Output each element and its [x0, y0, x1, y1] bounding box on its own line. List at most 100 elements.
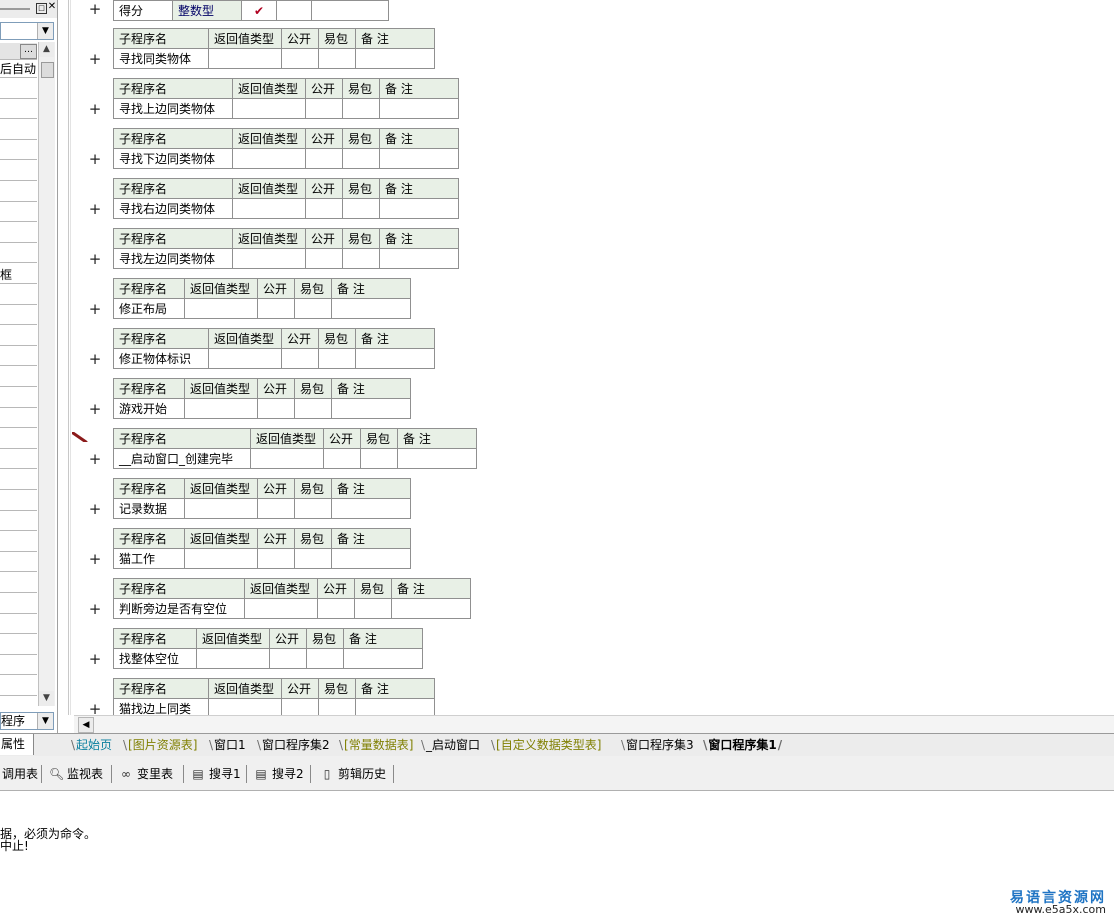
subroutine-field-cell[interactable] [317, 598, 355, 619]
subroutine-name-cell[interactable]: 寻找左边同类物体 [113, 248, 233, 269]
document-tab[interactable]: \窗口程序集3 [620, 736, 694, 755]
property-row[interactable]: 框 [0, 267, 37, 284]
expand-plus-icon[interactable]: + [88, 102, 102, 117]
subroutine-field-cell[interactable] [397, 448, 477, 469]
subroutine-field-cell[interactable] [208, 698, 282, 715]
subroutine-name-cell[interactable]: __启动窗口_创建完毕 [113, 448, 251, 469]
var-type-cell[interactable]: 整数型 [172, 0, 242, 21]
property-row[interactable] [0, 514, 37, 532]
property-row[interactable] [0, 370, 37, 387]
property-row[interactable] [0, 638, 37, 655]
subroutine-field-cell[interactable] [343, 648, 423, 669]
property-row[interactable] [0, 226, 37, 243]
property-row[interactable] [0, 308, 37, 326]
property-row[interactable] [0, 102, 37, 120]
scroll-left-icon[interactable]: ◀ [78, 717, 94, 733]
property-row[interactable] [0, 411, 37, 429]
property-row[interactable] [0, 597, 37, 614]
property-row[interactable] [0, 473, 37, 490]
subroutine-field-cell[interactable] [257, 298, 295, 319]
document-tab[interactable]: \_启动窗口 [420, 736, 480, 755]
expand-plus-icon[interactable]: + [88, 652, 102, 667]
subroutine-field-cell[interactable] [331, 498, 411, 519]
subroutine-field-cell[interactable] [379, 248, 459, 269]
vertical-scrollbar[interactable]: ▲ ▼ [38, 42, 55, 706]
subroutine-name-cell[interactable]: 寻找上边同类物体 [113, 98, 233, 119]
search2-button[interactable]: ▤ 搜寻2 [254, 766, 303, 782]
property-row[interactable] [0, 246, 37, 264]
document-tab[interactable]: \[常量数据表] [338, 736, 413, 755]
expand-plus-icon[interactable]: + [88, 452, 102, 467]
subroutine-field-cell[interactable] [305, 98, 343, 119]
clip-history-button[interactable]: ▯ 剪辑历史 [320, 766, 386, 782]
chevron-down-icon[interactable]: ▼ [37, 713, 53, 729]
subroutine-name-cell[interactable]: 修正物体标识 [113, 348, 209, 369]
expand-plus-icon[interactable]: + [88, 702, 102, 716]
subroutine-field-cell[interactable] [257, 548, 295, 569]
subroutine-field-cell[interactable] [257, 498, 295, 519]
property-row[interactable] [0, 185, 37, 202]
subroutine-name-cell[interactable]: 修正布局 [113, 298, 185, 319]
property-row[interactable] [0, 143, 37, 161]
subroutine-field-cell[interactable] [232, 148, 306, 169]
subroutine-field-cell[interactable] [331, 298, 411, 319]
property-row[interactable] [0, 452, 37, 470]
expand-plus-icon[interactable]: + [88, 252, 102, 267]
var-note-cell[interactable] [311, 0, 389, 21]
document-tab[interactable]: \[图片资源表] [122, 736, 197, 755]
subroutine-field-cell[interactable] [342, 148, 380, 169]
subroutine-field-cell[interactable] [250, 448, 324, 469]
call-table-button[interactable]: 调用表 [2, 766, 38, 782]
expand-plus-icon[interactable]: + [88, 502, 102, 517]
restore-icon[interactable]: □ [36, 3, 47, 14]
var-name-cell[interactable]: 得分 [113, 0, 173, 21]
subroutine-field-cell[interactable] [391, 598, 471, 619]
subroutine-field-cell[interactable] [232, 98, 306, 119]
subroutine-name-cell[interactable]: 游戏开始 [113, 398, 185, 419]
subroutine-field-cell[interactable] [323, 448, 361, 469]
subroutine-name-cell[interactable]: 寻找同类物体 [113, 48, 209, 69]
property-row[interactable] [0, 432, 37, 449]
var-array-cell[interactable] [276, 0, 312, 21]
expand-plus-icon[interactable]: + [88, 2, 102, 17]
expand-plus-icon[interactable]: + [88, 52, 102, 67]
property-row[interactable] [0, 349, 37, 367]
subroutine-field-cell[interactable] [294, 398, 332, 419]
subroutine-name-cell[interactable]: 寻找下边同类物体 [113, 148, 233, 169]
subroutine-field-cell[interactable] [281, 48, 319, 69]
code-editor[interactable]: + 得分 整数型 ✔ + 子程序名 返回值类型 公开 易包备 注寻找同类物体 + 子程序名返… [58, 0, 1114, 715]
document-tab[interactable]: \窗口程序集2 [256, 736, 330, 755]
subroutine-field-cell[interactable] [244, 598, 318, 619]
horizontal-scrollbar[interactable]: ◀ [74, 715, 1114, 733]
expand-plus-icon[interactable]: + [88, 202, 102, 217]
subroutine-field-cell[interactable] [331, 398, 411, 419]
property-row[interactable] [0, 205, 37, 223]
event-combo[interactable]: 程序 ▼ [0, 712, 54, 730]
subroutine-field-cell[interactable] [184, 498, 258, 519]
subroutine-field-cell[interactable] [342, 248, 380, 269]
subroutine-field-cell[interactable] [318, 348, 356, 369]
check-icon[interactable]: ✔ [241, 0, 277, 21]
subroutine-field-cell[interactable] [318, 48, 356, 69]
property-row[interactable] [0, 535, 37, 552]
document-tab[interactable]: \起始页 [70, 736, 112, 755]
property-value-row[interactable]: … [0, 43, 37, 60]
property-row[interactable] [0, 82, 37, 99]
subroutine-field-cell[interactable] [305, 248, 343, 269]
ellipsis-button[interactable]: … [20, 44, 37, 59]
subroutine-field-cell[interactable] [331, 548, 411, 569]
subroutine-field-cell[interactable] [196, 648, 270, 669]
subroutine-field-cell[interactable] [294, 548, 332, 569]
subroutine-field-cell[interactable] [318, 698, 356, 715]
expand-plus-icon[interactable]: + [88, 402, 102, 417]
scroll-up-icon[interactable]: ▲ [39, 42, 54, 57]
subroutine-name-cell[interactable]: 猫工作 [113, 548, 185, 569]
subroutine-field-cell[interactable] [355, 698, 435, 715]
expand-plus-icon[interactable]: + [88, 302, 102, 317]
property-row[interactable] [0, 123, 37, 140]
property-row[interactable]: 后自动 [0, 61, 37, 78]
subroutine-name-cell[interactable]: 找整体空位 [113, 648, 197, 669]
variable-table-button[interactable]: ∞ 变里表 [119, 766, 173, 782]
subroutine-field-cell[interactable] [305, 148, 343, 169]
chevron-down-icon[interactable]: ▼ [37, 23, 53, 39]
